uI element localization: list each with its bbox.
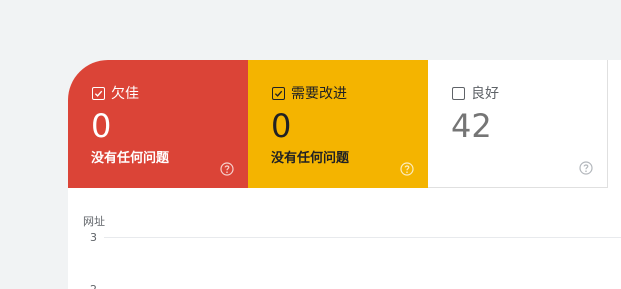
tile-needs-improvement-label: 需要改进 xyxy=(291,86,347,102)
y-tick-2: 2 xyxy=(90,283,97,289)
tile-needs-improvement-header[interactable]: 需要改进 xyxy=(272,83,347,103)
checkbox-checked-icon[interactable] xyxy=(272,86,285,100)
y-axis-title: 网址 xyxy=(83,215,105,228)
y-tick-3: 3 xyxy=(90,231,97,244)
tile-poor-count: 0 xyxy=(91,107,112,145)
chart-area: 网址 3 2 xyxy=(68,210,621,289)
help-circle-icon[interactable] xyxy=(220,162,234,176)
checkbox-unchecked-icon[interactable] xyxy=(452,86,465,100)
tile-needs-improvement-count: 0 xyxy=(271,107,292,145)
status-tiles: 欠佳 0 没有任何问题 需要改进 0 没有任何问题 良好 42 xyxy=(68,60,608,188)
tile-poor-subtitle: 没有任何问题 xyxy=(91,151,170,166)
tile-poor-header[interactable]: 欠佳 xyxy=(92,83,139,103)
tile-poor[interactable]: 欠佳 0 没有任何问题 xyxy=(68,60,248,188)
report-card: 欠佳 0 没有任何问题 需要改进 0 没有任何问题 良好 42 网址 3 xyxy=(68,60,621,289)
tile-good-count: 42 xyxy=(451,107,492,145)
tile-needs-improvement[interactable]: 需要改进 0 没有任何问题 xyxy=(248,60,428,188)
tile-poor-label: 欠佳 xyxy=(111,86,139,102)
help-circle-icon[interactable] xyxy=(400,162,414,176)
tile-needs-improvement-subtitle: 没有任何问题 xyxy=(271,151,350,166)
checkbox-checked-icon[interactable] xyxy=(92,86,105,100)
help-circle-icon[interactable] xyxy=(579,161,593,175)
tile-good-header[interactable]: 良好 xyxy=(452,83,499,103)
gridline xyxy=(104,237,621,238)
tile-good[interactable]: 良好 42 xyxy=(428,60,608,188)
tile-good-label: 良好 xyxy=(471,86,499,102)
